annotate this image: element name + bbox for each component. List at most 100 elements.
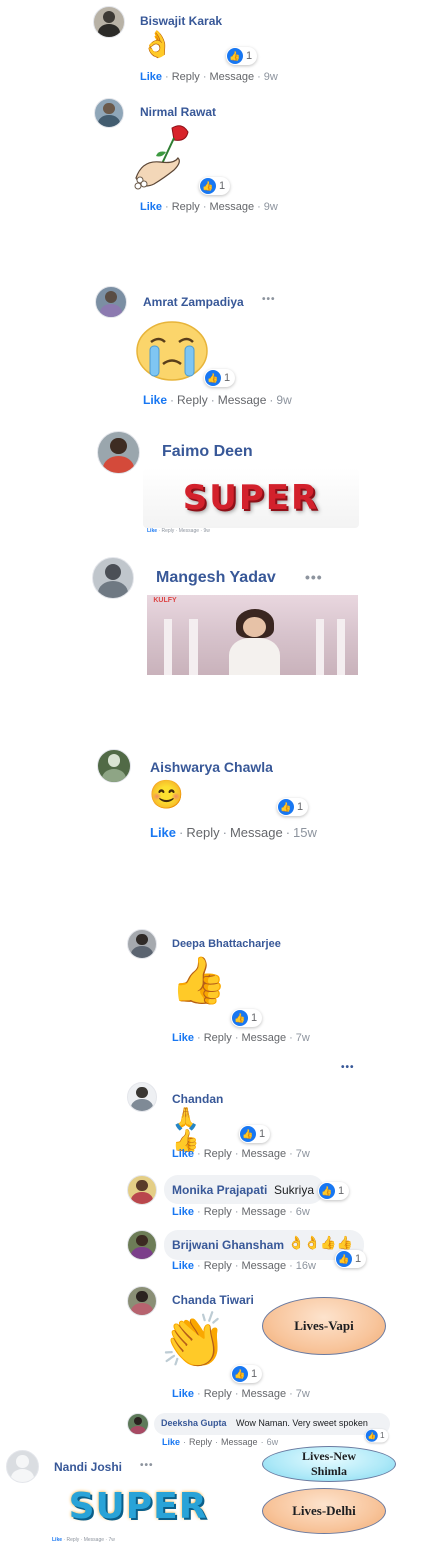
commenter-name[interactable]: Deeksha Gupta bbox=[161, 1418, 227, 1428]
reply-button[interactable]: Reply bbox=[204, 1388, 232, 1400]
commenter-name[interactable]: Mangesh Yadav bbox=[156, 569, 276, 587]
reaction-count[interactable]: 👍 1 bbox=[239, 1125, 271, 1143]
reaction-count[interactable]: 👍 1 bbox=[231, 1365, 263, 1383]
timestamp[interactable]: 16w bbox=[296, 1260, 316, 1272]
like-thumb-icon: 👍 bbox=[319, 1183, 335, 1199]
message-button[interactable]: Message bbox=[241, 1388, 286, 1400]
reaction-count[interactable]: 👍 1 bbox=[318, 1182, 350, 1200]
comment-actions: Like · Reply · Message · 6w bbox=[172, 1206, 310, 1218]
commenter-name[interactable]: Biswajit Karak bbox=[140, 14, 222, 28]
timestamp[interactable]: 9w bbox=[276, 393, 291, 407]
like-button[interactable]: Like bbox=[162, 1437, 180, 1447]
default-avatar[interactable] bbox=[6, 1450, 39, 1483]
message-button[interactable]: Message bbox=[230, 825, 283, 840]
avatar[interactable] bbox=[127, 1230, 157, 1260]
reply-button[interactable]: Reply bbox=[66, 1537, 79, 1543]
reply-button[interactable]: Reply bbox=[204, 1032, 232, 1044]
super-sticker: SUPER bbox=[143, 468, 359, 528]
avatar[interactable] bbox=[127, 1286, 157, 1316]
message-button[interactable]: Message bbox=[221, 1437, 258, 1447]
like-button[interactable]: Like bbox=[172, 1148, 194, 1160]
message-button[interactable]: Message bbox=[241, 1148, 286, 1160]
avatar[interactable] bbox=[97, 431, 140, 474]
timestamp[interactable]: 9w bbox=[264, 71, 278, 83]
message-button[interactable]: Message bbox=[241, 1260, 286, 1272]
reaction-count[interactable]: 👍 1 bbox=[199, 177, 231, 195]
reaction-count[interactable]: 👍 1 bbox=[335, 1250, 367, 1268]
like-button[interactable]: Like bbox=[147, 528, 157, 534]
commenter-name[interactable]: Deepa Bhattacharjee bbox=[172, 938, 281, 950]
like-button[interactable]: Like bbox=[143, 393, 167, 407]
like-thumb-icon: 👍 bbox=[200, 178, 216, 194]
more-options-icon[interactable]: ••• bbox=[140, 1460, 154, 1471]
commenter-name[interactable]: Nandi Joshi bbox=[54, 1460, 122, 1474]
avatar[interactable] bbox=[94, 98, 124, 128]
reply-button[interactable]: Reply bbox=[177, 393, 208, 407]
message-button[interactable]: Message bbox=[241, 1206, 286, 1218]
reaction-count[interactable]: 👍 1 bbox=[277, 798, 309, 816]
timestamp[interactable]: 7w bbox=[296, 1032, 310, 1044]
reaction-count[interactable]: 👍 1 bbox=[365, 1429, 389, 1443]
avatar[interactable] bbox=[93, 6, 125, 38]
commenter-name[interactable]: Faimo Deen bbox=[162, 443, 253, 461]
commenter-name[interactable]: Nirmal Rawat bbox=[140, 105, 216, 119]
like-button[interactable]: Like bbox=[172, 1032, 194, 1044]
like-button[interactable]: Like bbox=[52, 1537, 62, 1543]
message-button[interactable]: Message bbox=[209, 201, 254, 213]
commenter-name[interactable]: Chanda Tiwari bbox=[172, 1293, 254, 1307]
avatar[interactable] bbox=[127, 1175, 157, 1205]
reply-button[interactable]: Reply bbox=[172, 201, 200, 213]
timestamp[interactable]: 9w bbox=[264, 201, 278, 213]
like-button[interactable]: Like bbox=[172, 1206, 194, 1218]
commenter-name[interactable]: Aishwarya Chawla bbox=[150, 759, 273, 775]
timestamp[interactable]: 15w bbox=[293, 825, 317, 840]
reply-button[interactable]: Reply bbox=[186, 825, 219, 840]
avatar[interactable] bbox=[97, 749, 131, 783]
comment-emoji-text: 👌👌👍👍 bbox=[288, 1235, 353, 1250]
reply-button[interactable]: Reply bbox=[161, 528, 174, 534]
timestamp[interactable]: 6w bbox=[267, 1437, 279, 1447]
message-button[interactable]: Message bbox=[84, 1537, 104, 1543]
avatar[interactable] bbox=[95, 286, 127, 318]
avatar[interactable] bbox=[92, 557, 134, 599]
timestamp[interactable]: 9w bbox=[203, 528, 209, 534]
timestamp[interactable]: 7w bbox=[108, 1537, 114, 1543]
avatar[interactable] bbox=[127, 929, 157, 959]
avatar[interactable] bbox=[127, 1082, 157, 1112]
reaction-count[interactable]: 👍 1 bbox=[231, 1009, 263, 1027]
callout-lives-delhi: Lives-Delhi bbox=[262, 1488, 386, 1534]
super-sticker: SUPER bbox=[48, 1476, 228, 1536]
gif-attachment[interactable]: KULFY bbox=[147, 595, 358, 675]
commenter-name[interactable]: Brijwani Ghansham bbox=[172, 1238, 284, 1252]
reaction-count[interactable]: 👍 1 bbox=[226, 47, 258, 65]
avatar[interactable] bbox=[127, 1413, 149, 1435]
reply-button[interactable]: Reply bbox=[189, 1437, 212, 1447]
commenter-name[interactable]: Amrat Zampadiya bbox=[143, 295, 244, 309]
hand-with-rose-sticker bbox=[130, 122, 200, 196]
reply-button[interactable]: Reply bbox=[204, 1148, 232, 1160]
more-options-icon[interactable]: ••• bbox=[262, 294, 276, 305]
like-button[interactable]: Like bbox=[172, 1260, 194, 1272]
commenter-name[interactable]: Chandan bbox=[172, 1092, 223, 1106]
like-button[interactable]: Like bbox=[150, 825, 176, 840]
timestamp[interactable]: 7w bbox=[296, 1148, 310, 1160]
callout-lives-vapi: Lives-Vapi bbox=[262, 1297, 386, 1355]
message-button[interactable]: Message bbox=[218, 393, 267, 407]
message-button[interactable]: Message bbox=[209, 71, 254, 83]
reply-button[interactable]: Reply bbox=[204, 1260, 232, 1272]
crying-face-sticker bbox=[135, 320, 209, 382]
thread-more-options-icon[interactable]: ••• bbox=[341, 1062, 355, 1073]
reply-button[interactable]: Reply bbox=[172, 71, 200, 83]
like-button[interactable]: Like bbox=[172, 1388, 194, 1400]
more-options-icon[interactable]: ••• bbox=[305, 569, 323, 585]
timestamp[interactable]: 7w bbox=[296, 1388, 310, 1400]
like-button[interactable]: Like bbox=[140, 71, 162, 83]
like-button[interactable]: Like bbox=[140, 201, 162, 213]
message-button[interactable]: Message bbox=[241, 1032, 286, 1044]
timestamp[interactable]: 6w bbox=[296, 1206, 310, 1218]
reply-button[interactable]: Reply bbox=[204, 1206, 232, 1218]
message-button[interactable]: Message bbox=[179, 528, 199, 534]
commenter-name[interactable]: Monika Prajapati bbox=[172, 1183, 267, 1197]
comment-actions: Like · Reply · Message · 7w bbox=[172, 1148, 310, 1160]
reaction-count[interactable]: 👍 1 bbox=[204, 369, 236, 387]
